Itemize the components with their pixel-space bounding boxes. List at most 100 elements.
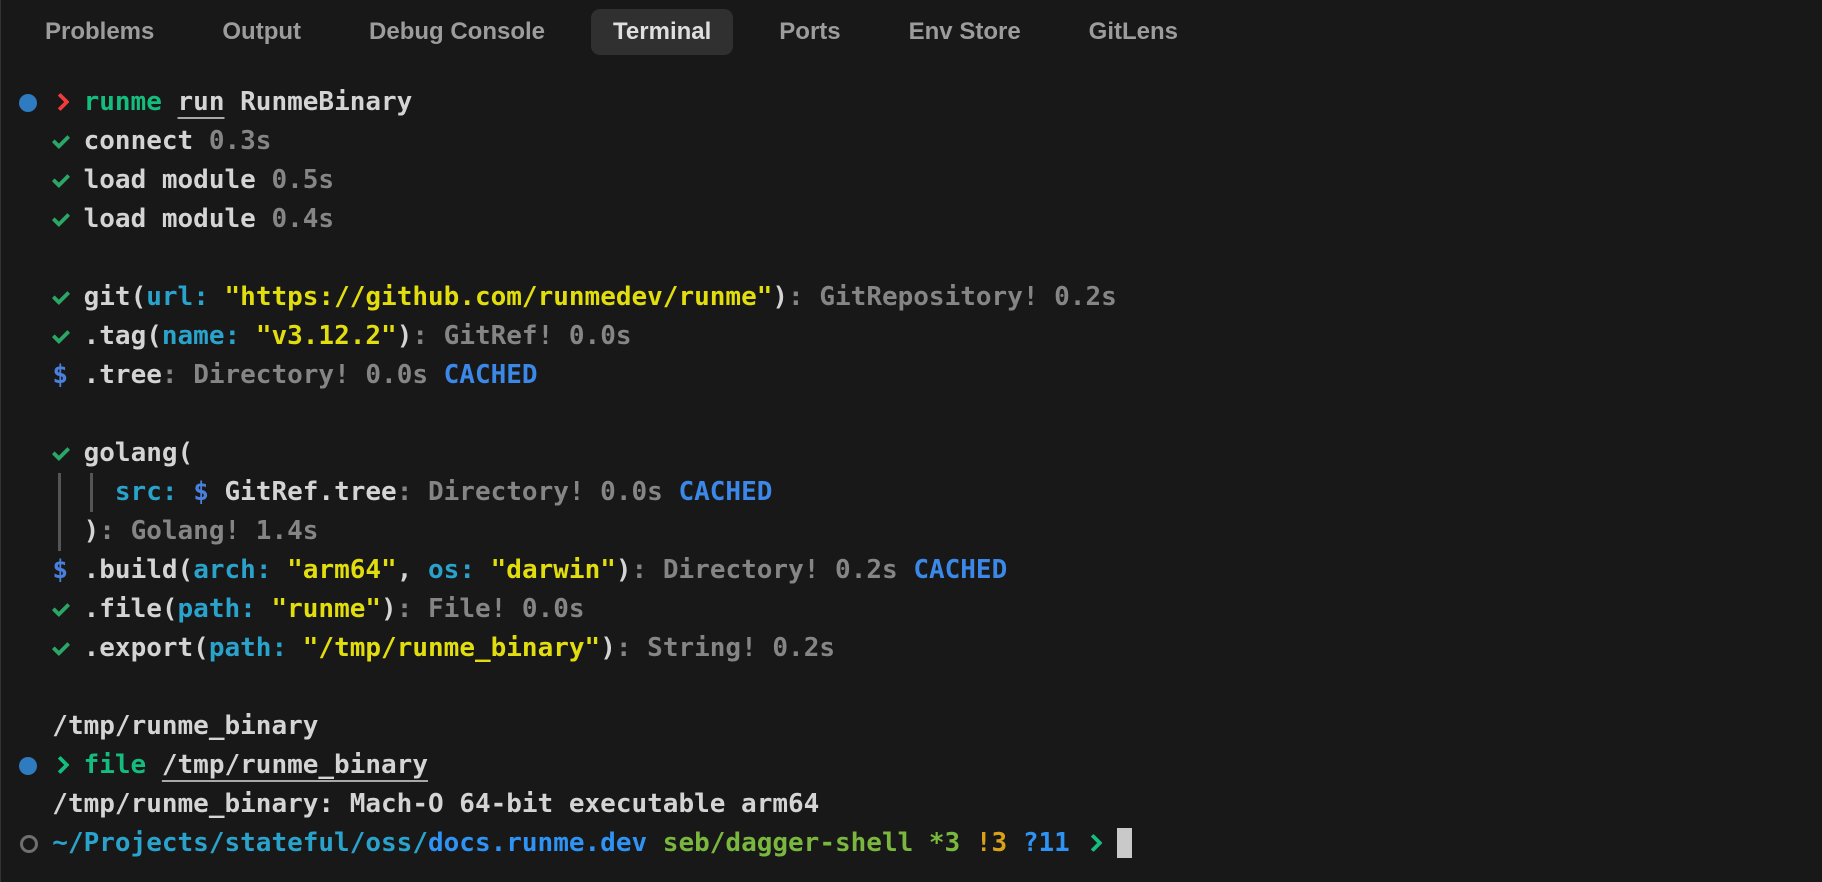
terminal-text: $ [52,555,68,585]
step-export: .export(path: "/tmp/runme_binary"): Stri… [21,629,1812,668]
terminal-text: : Directory! 0.2s [631,555,914,585]
tab-terminal[interactable]: Terminal [591,9,734,55]
terminal-text: /tmp/runme_binary: Mach-O 64-bit executa… [21,789,820,819]
terminal-text: ) [67,516,100,546]
terminal-text: file [83,750,147,780]
terminal-text: .tag( [67,321,162,351]
step-build: $ .build(arch: "arm64", os: "darwin"): D… [21,551,1812,590]
terminal-text: "darwin" [490,555,616,585]
shell-prompt: ~/Projects/stateful/oss/docs.runme.dev s… [21,824,1812,863]
pending-ring-icon [21,824,37,863]
terminal-text: : Golang! 1.4s [99,516,319,546]
check-icon [52,434,68,473]
terminal-text: os: [428,555,475,585]
check-icon [52,590,68,629]
terminal-text: RunmeBinary [224,87,413,117]
terminal-text: name: [161,321,241,351]
terminal-text: path: [177,594,256,624]
terminal-text: "https://github.com/runmedev/runme" [224,282,773,312]
terminal-text: : GitRef! 0.0s [412,321,632,351]
tab-env-store[interactable]: Env Store [887,9,1043,55]
terminal-text: , [396,555,429,585]
terminal-text: golang( [67,438,194,468]
terminal-text: /tmp/runme_binary [21,711,319,741]
command-line-runme: runme run RunmeBinary [21,83,1812,122]
step-tree: $ .tree: Directory! 0.0s CACHED [21,356,1812,395]
terminal-text: 0.3s [193,126,272,156]
tab-problems[interactable]: Problems [23,9,176,55]
tab-output[interactable]: Output [200,9,323,55]
terminal-text: docs.runme.dev [427,828,648,858]
step-golang-open: golang( [21,434,1812,473]
terminal-text: ~/Projects/stateful/oss/ [52,828,428,858]
terminal-text: "runme" [271,594,382,624]
terminal-text: arch: [193,555,272,585]
terminal-text: git( [67,282,147,312]
prompt-chevron-icon [1085,824,1101,863]
terminal-text: CACHED [913,555,1008,585]
terminal-view[interactable]: runme run RunmeBinary connect 0.3s load … [1,64,1822,863]
tab-gitlens[interactable]: GitLens [1067,9,1200,55]
terminal-text: src: [114,477,178,507]
tree-bar-icon [84,473,100,512]
terminal-text: ) [396,321,413,351]
step-golang-src: src: $ GitRef.tree: Directory! 0.0s CACH… [21,473,1812,512]
terminal-text: : Directory! 0.0s [161,360,444,390]
terminal-text: ) [600,633,616,663]
terminal-text: "v3.12.2" [255,321,397,351]
terminal-text: : GitRepository! 0.2s [788,282,1117,312]
terminal-text: ) [772,282,789,312]
terminal-panel: { "tabs": { "active_tab": "Terminal", "i… [0,0,1822,882]
tree-bar-icon [52,512,68,551]
step-load-module-2: load module 0.4s [21,200,1812,239]
step-tag: .tag(name: "v3.12.2"): GitRef! 0.0s [21,317,1812,356]
check-icon [52,122,68,161]
terminal-text: seb/dagger-shell *3 [662,828,961,858]
step-connect: connect 0.3s [21,122,1812,161]
step-file: .file(path: "runme"): File! 0.0s [21,590,1812,629]
tab-debug-console[interactable]: Debug Console [347,9,567,55]
terminal-text: /tmp/runme_binary [161,750,428,780]
terminal-text: .file( [67,594,178,624]
terminal-text: ) [615,555,632,585]
prompt-chevron-icon [52,83,68,122]
terminal-text: : File! 0.0s [396,594,585,624]
terminal-text: connect [67,126,194,156]
terminal-text: "arm64" [287,555,397,585]
check-icon [52,161,68,200]
terminal-text: url: [146,282,209,312]
terminal-text: ) [381,594,397,624]
terminal-text: 0.5s [255,165,335,195]
terminal-text: : String! 0.2s [615,633,836,663]
terminal-text: GitRef.tree [208,477,397,507]
terminal-text: !3 [960,828,1008,858]
tab-ports[interactable]: Ports [757,9,862,55]
terminal-text: runme [83,87,162,117]
check-icon [52,317,68,356]
tree-bar-icon [52,473,68,512]
